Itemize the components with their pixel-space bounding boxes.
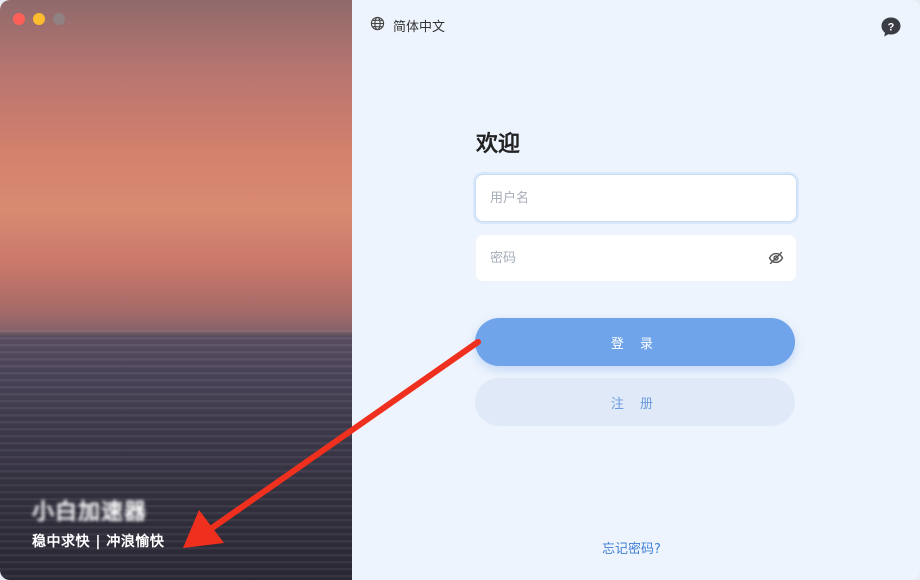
window-controls [13, 13, 65, 25]
language-selector[interactable]: 简体中文 [370, 16, 445, 35]
login-panel: 简体中文 ? 欢迎 登 录 注 册 忘记密码? [352, 0, 920, 580]
username-input[interactable] [488, 189, 784, 207]
password-input[interactable] [488, 249, 768, 267]
login-button[interactable]: 登 录 [475, 318, 795, 366]
globe-icon [370, 16, 385, 35]
brand-name: 小白加速器 [32, 500, 148, 525]
zoom-window-button[interactable] [53, 13, 65, 25]
svg-text:?: ? [888, 22, 895, 34]
username-field[interactable] [475, 174, 797, 222]
register-button[interactable]: 注 册 [475, 378, 795, 426]
hero-image-panel: 小白加速器 稳中求快 | 冲浪愉快 [0, 0, 352, 580]
brand-slogan: 稳中求快 | 冲浪愉快 [32, 534, 165, 550]
language-label: 简体中文 [393, 20, 446, 35]
eye-slash-icon[interactable] [768, 250, 784, 266]
forgot-password-link[interactable]: 忘记密码? [602, 538, 661, 557]
close-window-button[interactable] [13, 13, 25, 25]
app-window: 小白加速器 稳中求快 | 冲浪愉快 简体中文 ? 欢迎 用户名 登 录 注 册 … [0, 0, 920, 580]
password-field[interactable] [475, 234, 797, 282]
welcome-title: 欢迎 [476, 132, 521, 157]
minimize-window-button[interactable] [33, 13, 45, 25]
help-icon[interactable]: ? [880, 16, 902, 38]
